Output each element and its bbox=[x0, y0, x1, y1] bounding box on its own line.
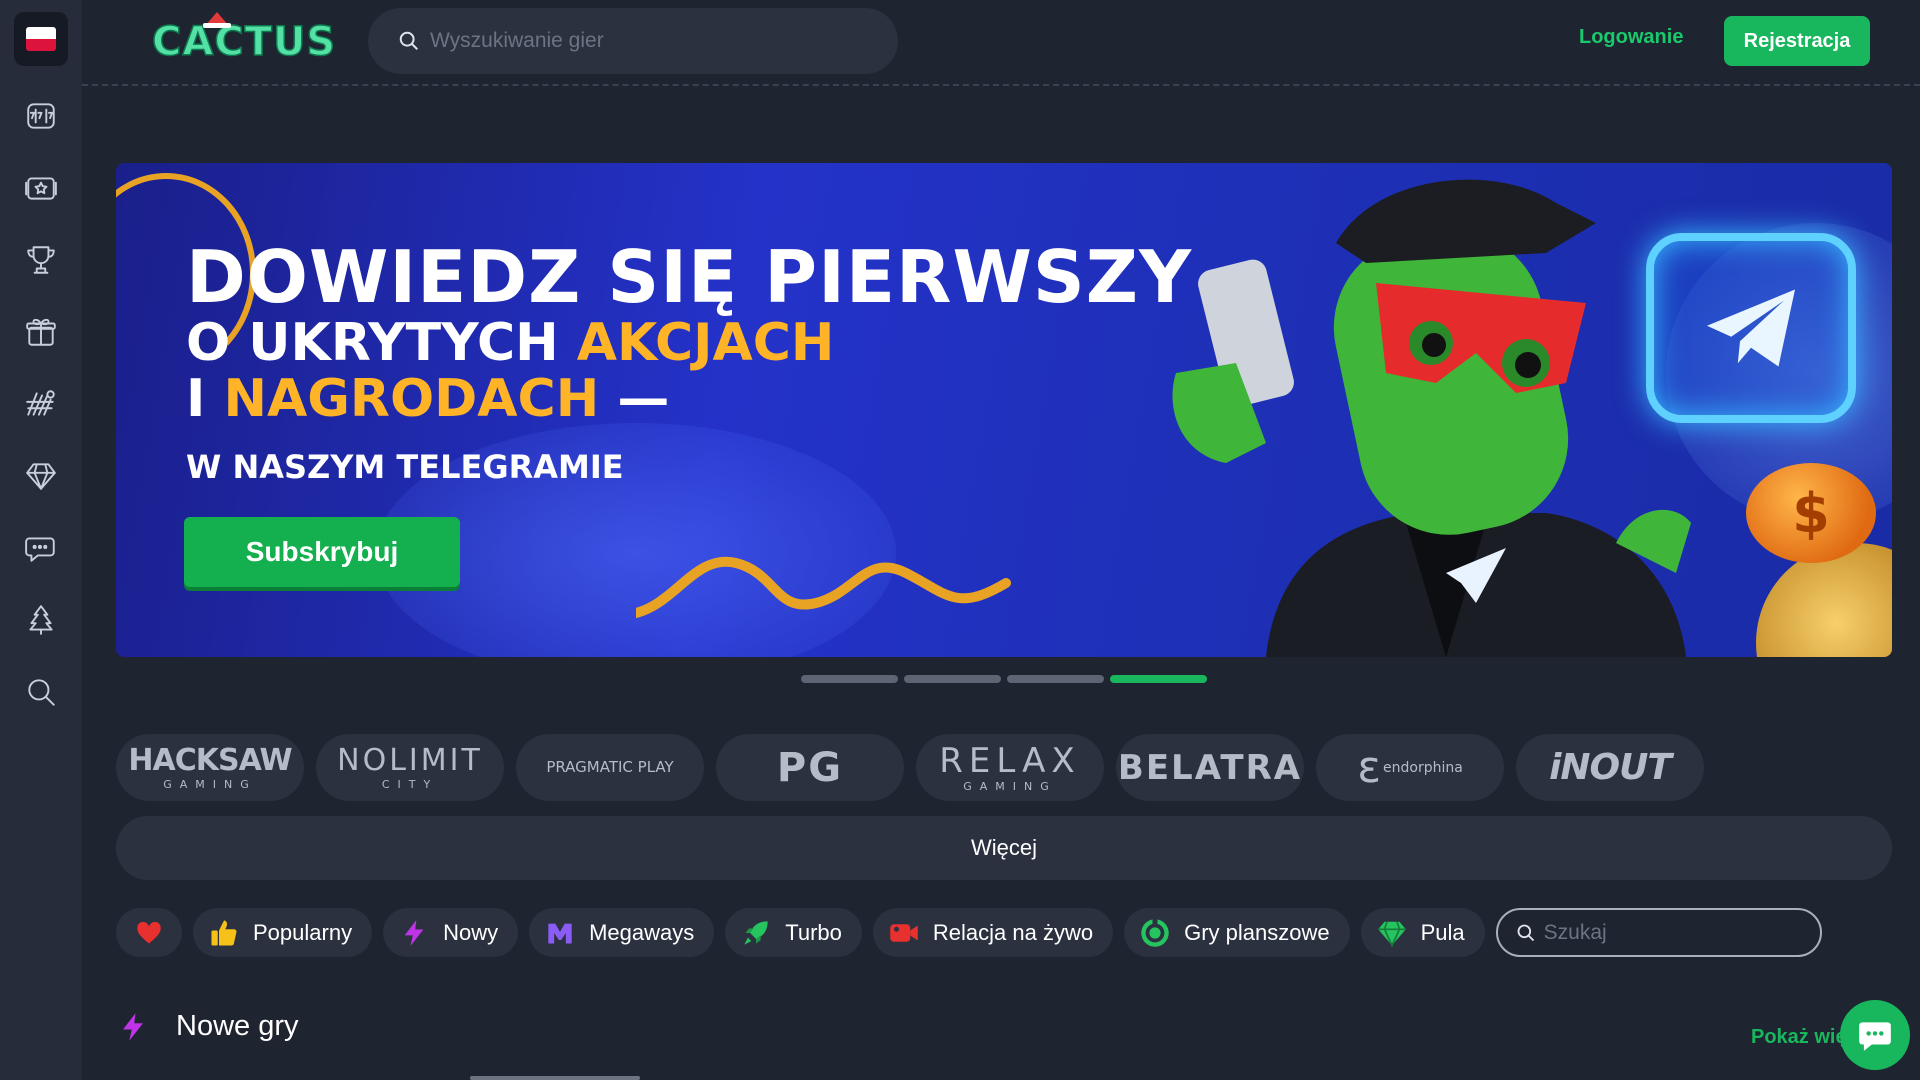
category-label: Turbo bbox=[785, 919, 842, 945]
category-label: Popularny bbox=[253, 919, 353, 945]
provider-endorphina[interactable]: ε endorphina bbox=[1316, 734, 1504, 801]
slot-machine-icon[interactable] bbox=[19, 94, 63, 138]
language-selector[interactable] bbox=[14, 12, 68, 66]
banner-line-3: I NAGRODACH — bbox=[186, 369, 670, 429]
category-megaways[interactable]: Megaways bbox=[529, 908, 715, 957]
register-button[interactable]: Rejestracja bbox=[1724, 16, 1870, 66]
provider-list: HACKSAW GAMING NOLIMIT CITY PRAGMATIC PLAY… bbox=[116, 734, 1704, 801]
sports-icon[interactable] bbox=[19, 382, 63, 426]
section-title: Nowe gry bbox=[176, 1010, 299, 1042]
category-new[interactable]: Nowy bbox=[383, 908, 519, 957]
favorites-chip[interactable] bbox=[116, 908, 182, 957]
category-board-games[interactable]: Gry planszowe bbox=[1124, 908, 1350, 957]
slide-indicator-4[interactable] bbox=[1110, 675, 1207, 683]
login-link[interactable]: Logowanie bbox=[1579, 26, 1683, 49]
more-providers-button[interactable]: Więcej bbox=[116, 816, 1892, 880]
category-label: Megaways bbox=[589, 919, 695, 945]
banner-subline: W NASZYM TELEGRAMIE bbox=[186, 448, 624, 486]
rocket-icon bbox=[741, 918, 771, 948]
category-popular[interactable]: Popularny bbox=[193, 908, 373, 957]
category-live[interactable]: Relacja na żywo bbox=[872, 908, 1114, 957]
banner-line-2: O UKRYTYCH AKCJACH bbox=[186, 313, 835, 373]
lightning-icon bbox=[399, 918, 429, 948]
game-thumbnail-edge bbox=[470, 1076, 640, 1080]
subscribe-button[interactable]: Subskrybuj bbox=[184, 517, 460, 587]
category-search-input[interactable] bbox=[1543, 920, 1804, 945]
logo-text: CACTUS bbox=[151, 18, 337, 66]
slide-indicator-2[interactable] bbox=[904, 675, 1001, 683]
lightning-icon bbox=[118, 1011, 148, 1043]
search-icon bbox=[399, 31, 418, 50]
promo-banner[interactable]: DOWIEDZ SIĘ PIERWSZY O UKRYTYCH AKCJACH … bbox=[116, 163, 1892, 657]
cactus-mascot-illustration bbox=[1172, 179, 1691, 657]
slide-indicator-3[interactable] bbox=[1007, 675, 1104, 683]
ribbon-decoration bbox=[636, 556, 1011, 618]
santa-hat-icon bbox=[203, 12, 231, 28]
game-search-input[interactable] bbox=[430, 29, 870, 53]
provider-belatra[interactable]: BELATRA bbox=[1116, 734, 1304, 801]
telegram-logo-icon bbox=[1646, 233, 1856, 423]
banner-pagination bbox=[801, 675, 1207, 683]
category-label: Nowy bbox=[443, 919, 499, 945]
board-games-icon bbox=[1140, 917, 1170, 948]
category-label: Pula bbox=[1420, 919, 1465, 945]
provider-pragmatic-play[interactable]: PRAGMATIC PLAY bbox=[516, 734, 704, 801]
heart-icon bbox=[134, 918, 164, 948]
category-label: Gry planszowe bbox=[1184, 919, 1330, 945]
category-filter-bar: Popularny Nowy Megaways Turbo Relacja na… bbox=[116, 908, 1822, 957]
provider-pg-soft[interactable]: PG bbox=[716, 734, 904, 801]
sidebar bbox=[0, 0, 82, 1080]
dollar-coin-icon: $ bbox=[1746, 463, 1876, 563]
diamond-icon[interactable] bbox=[19, 454, 63, 498]
category-label: Relacja na żywo bbox=[932, 919, 1094, 945]
endorphina-logo-icon: ε bbox=[1357, 741, 1381, 793]
megaways-icon bbox=[545, 918, 575, 948]
trophy-icon[interactable] bbox=[19, 238, 63, 282]
gift-box-icon[interactable] bbox=[19, 310, 63, 354]
poland-flag-icon bbox=[26, 27, 56, 51]
jackpot-diamond-icon bbox=[1377, 918, 1407, 948]
chat-bubble-icon bbox=[1859, 1022, 1891, 1051]
search-icon[interactable] bbox=[19, 670, 63, 714]
provider-hacksaw[interactable]: HACKSAW GAMING bbox=[116, 734, 304, 801]
provider-nolimit-city[interactable]: NOLIMIT CITY bbox=[316, 734, 504, 801]
new-games-heading: Nowe gry bbox=[118, 1010, 299, 1043]
banner-headline: DOWIEDZ SIĘ PIERWSZY bbox=[186, 235, 1193, 319]
category-jackpot[interactable]: Pula bbox=[1360, 908, 1485, 957]
live-camera-icon bbox=[889, 918, 919, 948]
cactus-logo[interactable]: CACTUS bbox=[151, 12, 337, 66]
provider-relax-gaming[interactable]: RELAX GAMING bbox=[916, 734, 1104, 801]
support-chat-button[interactable] bbox=[1840, 1000, 1910, 1070]
christmas-tree-icon[interactable] bbox=[19, 598, 63, 642]
game-search-bar[interactable] bbox=[368, 8, 898, 74]
top-header: CACTUS Logowanie Rejestracja bbox=[82, 0, 1920, 86]
category-search[interactable] bbox=[1495, 908, 1822, 957]
category-turbo[interactable]: Turbo bbox=[725, 908, 862, 957]
slide-indicator-1[interactable] bbox=[801, 675, 898, 683]
thumbs-up-icon bbox=[209, 918, 239, 948]
provider-inout[interactable]: iNOUT bbox=[1516, 734, 1704, 801]
search-icon bbox=[1517, 924, 1534, 941]
chat-icon[interactable] bbox=[19, 526, 63, 570]
live-casino-icon[interactable] bbox=[19, 166, 63, 210]
